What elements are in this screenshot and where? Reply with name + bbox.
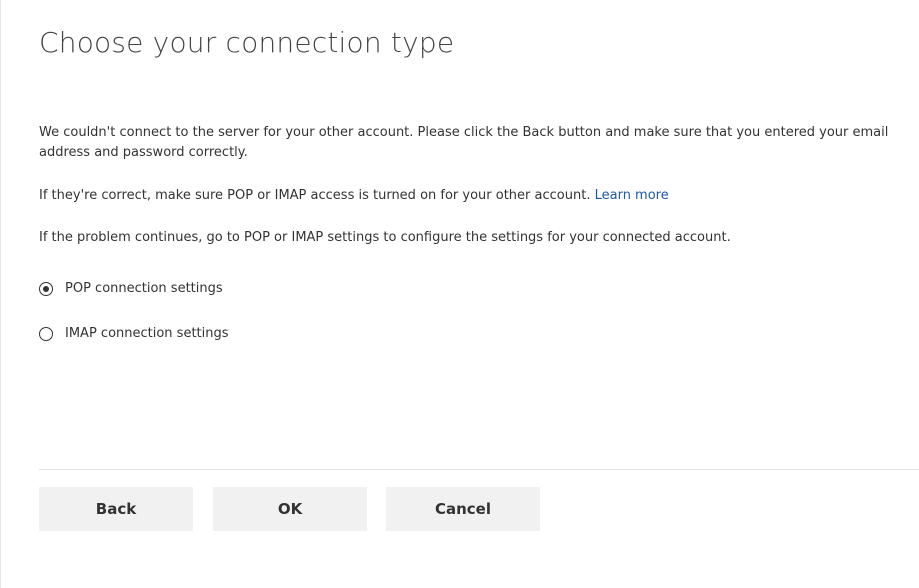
ok-button[interactable]: OK (213, 487, 367, 531)
settings-message: If the problem continues, go to POP or I… (39, 230, 731, 245)
connection-type-dialog: Choose your connection type We couldn't … (0, 0, 919, 588)
pop-settings-option[interactable]: POP connection settings (39, 281, 223, 296)
cancel-button[interactable]: Cancel (386, 487, 540, 531)
radio-unselected-icon[interactable] (39, 326, 53, 341)
learn-more-link[interactable]: Learn more (595, 188, 669, 203)
footer-divider (39, 469, 919, 470)
radio-dot-icon (43, 285, 49, 292)
imap-settings-option[interactable]: IMAP connection settings (39, 326, 229, 341)
page-title: Choose your connection type (39, 26, 455, 59)
access-message-text: If they're correct, make sure POP or IMA… (39, 188, 591, 203)
imap-settings-label[interactable]: IMAP connection settings (65, 326, 229, 341)
pop-settings-label[interactable]: POP connection settings (65, 281, 223, 296)
back-button[interactable]: Back (39, 487, 193, 531)
access-message: If they're correct, make sure POP or IMA… (39, 186, 899, 206)
radio-selected-icon[interactable] (39, 281, 53, 296)
error-message: We couldn't connect to the server for yo… (39, 125, 889, 160)
